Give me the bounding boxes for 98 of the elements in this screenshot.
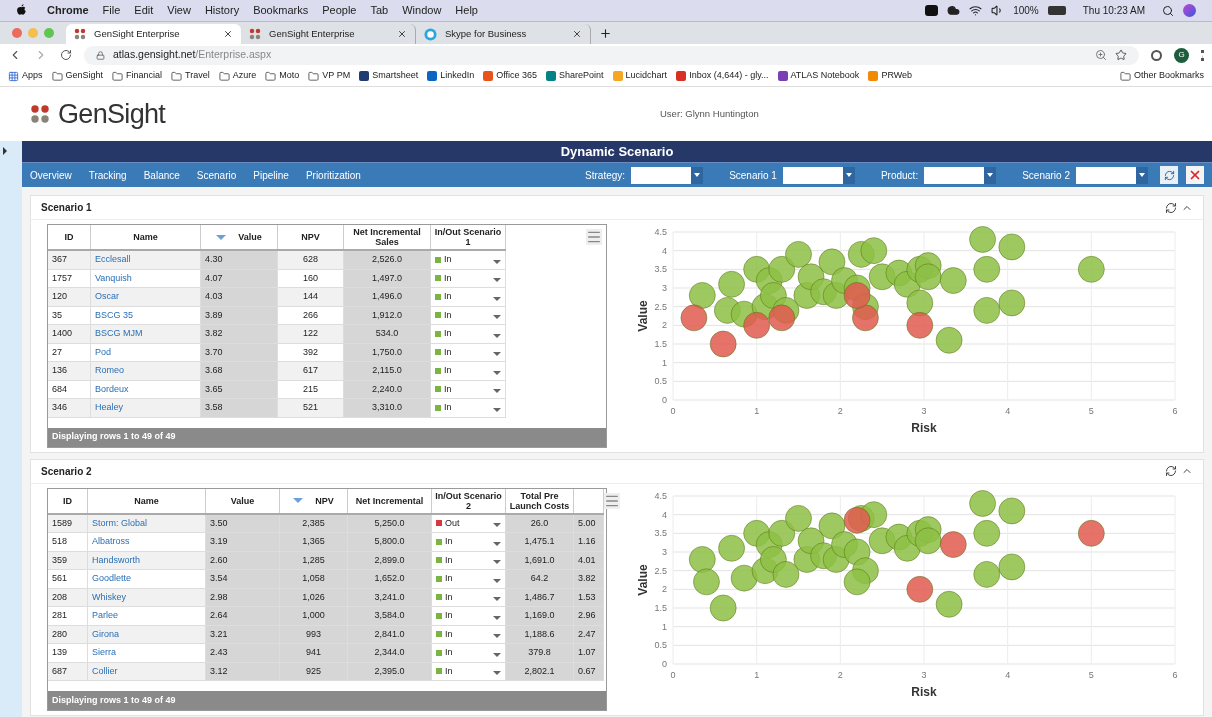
table-cell: 2,526.0: [344, 251, 431, 269]
axis-tick-label: 5: [1088, 406, 1094, 416]
table-cell: 1,652.0: [348, 570, 432, 588]
table-cell: 1.16: [574, 533, 604, 551]
table-cell: 684: [48, 380, 91, 398]
axis-tick-label: 4: [662, 245, 667, 256]
filter-label: Scenario 2: [1022, 168, 1070, 183]
axis-tick-label: 1: [754, 406, 760, 416]
table-cell: 4.30: [201, 251, 278, 269]
axis-tick-label: 3.5: [654, 527, 667, 538]
table-cell: 120: [48, 288, 91, 306]
table-cell: 1400: [48, 325, 91, 343]
table-cell: 2.96: [574, 607, 604, 625]
axis-title: Value: [636, 300, 650, 332]
axis-tick-label: 3: [921, 406, 927, 416]
axis-title: Risk: [911, 684, 937, 699]
axis-tick-label: 0: [662, 658, 667, 669]
table-cell: 27: [48, 343, 91, 361]
table-cell: 4.03: [201, 288, 278, 306]
axis-tick-label: 4.5: [654, 490, 667, 501]
axis-tick-label: 3: [921, 669, 927, 680]
table-cell: 208: [48, 588, 88, 606]
axis-tick-label: 4.5: [654, 227, 667, 237]
axis-tick-label: 1: [662, 357, 667, 368]
axis-tick-label: 2.5: [654, 301, 667, 312]
table-cell: 64.2: [506, 570, 574, 588]
table-cell: 561: [48, 570, 88, 588]
axis-tick-label: 0: [670, 406, 676, 416]
axis-tick-label: 4: [662, 509, 667, 520]
table-cell: 379.8: [506, 644, 574, 662]
axis-tick-label: 1: [662, 621, 667, 632]
grid-footer: Displaying rows 1 to 49 of 49: [48, 691, 606, 710]
filter-label: Product:: [880, 168, 919, 183]
axis-tick-label: 0: [670, 669, 676, 680]
table-cell: 2.64: [206, 607, 280, 625]
table-cell: 3.54: [206, 570, 280, 588]
table-cell: 346: [48, 399, 91, 417]
axis-tick-label: 6: [1172, 669, 1178, 680]
axis-tick-label: 3: [662, 546, 667, 557]
table-cell: 2.43: [206, 644, 280, 662]
table-cell: 1,169.0: [506, 607, 574, 625]
table-cell: 35: [48, 306, 91, 324]
table-cell: 136: [48, 362, 91, 380]
axis-tick-label: 6: [1172, 406, 1178, 416]
axis-tick-label: 2: [837, 406, 843, 416]
table-cell: 3.19: [206, 533, 280, 551]
table-cell: 1,058: [280, 570, 348, 588]
axis-tick-label: 2: [662, 320, 667, 331]
table-cell: 281: [48, 607, 88, 625]
table-cell: 3.82: [574, 570, 604, 588]
grid-footer: Displaying rows 1 to 49 of 49: [48, 427, 606, 447]
table-cell: 280: [48, 625, 88, 643]
axis-tick-label: 2: [662, 583, 667, 594]
table-cell: 2,115.0: [344, 362, 431, 380]
table-cell: 359: [48, 551, 88, 569]
user-label: User: Glynn Huntington: [660, 106, 759, 121]
filter-label: Scenario 1: [729, 168, 777, 183]
axis-tick-label: 5: [1088, 669, 1094, 680]
table-cell: 3,310.0: [344, 399, 431, 417]
axis-tick-label: 0.5: [654, 639, 667, 650]
axis-tick-label: 4: [1005, 406, 1011, 416]
axis-title: Value: [636, 563, 650, 596]
filter-label: Strategy:: [585, 168, 626, 183]
logo-wordmark: GenSight: [58, 97, 166, 131]
axis-tick-label: 0: [662, 395, 667, 405]
table-cell: 1,475.1: [506, 533, 574, 551]
table-cell: 1,365: [280, 533, 348, 551]
axis-tick-label: 4: [1005, 669, 1011, 680]
axis-tick-label: 1: [754, 669, 760, 680]
table-cell: 687: [48, 662, 88, 680]
table-cell: 518: [48, 533, 88, 551]
axis-tick-label: 2: [837, 669, 843, 680]
panel-title: Scenario 2: [41, 464, 93, 479]
table-cell: 1,496.0: [344, 288, 431, 306]
table-cell: 139: [48, 644, 88, 662]
axis-title: Risk: [911, 421, 937, 435]
table-cell: 534.0: [344, 325, 431, 343]
table-cell: 3.68: [201, 362, 278, 380]
axis-tick-label: 3.5: [654, 264, 667, 275]
table-cell: 367: [48, 251, 91, 269]
axis-tick-label: 0.5: [654, 376, 667, 387]
table-cell: 941: [280, 644, 348, 662]
table-cell: 1589: [48, 514, 88, 532]
title-bar: Dynamic Scenario: [22, 141, 1212, 163]
axis-tick-label: 2.5: [654, 565, 667, 576]
panel-title: Scenario 1: [41, 201, 93, 215]
table-cell: 1,000: [280, 607, 348, 625]
table-cell: 1757: [48, 269, 91, 287]
table-cell: 3.58: [201, 399, 278, 417]
table-cell: 3,584.0: [348, 607, 432, 625]
table-cell: 5,800.0: [348, 533, 432, 551]
table-cell: 2,344.0: [348, 644, 432, 662]
axis-tick-label: 3: [662, 283, 667, 293]
table-cell: 1.07: [574, 644, 604, 662]
battery-percentage: 100%: [1013, 4, 1039, 18]
table-cell: 3.82: [201, 325, 278, 343]
axis-tick-label: 1.5: [654, 602, 667, 613]
axis-tick-label: 1.5: [654, 339, 667, 349]
